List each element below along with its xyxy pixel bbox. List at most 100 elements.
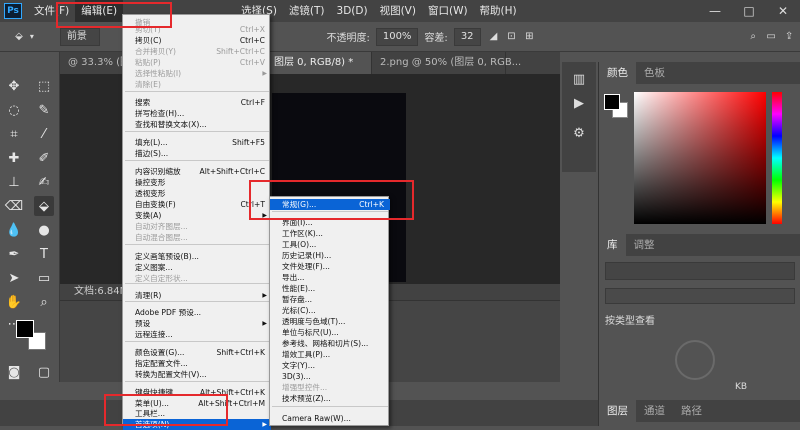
hand-tool-icon[interactable]: ✋ bbox=[4, 292, 24, 312]
blur-tool-icon[interactable]: 💧 bbox=[4, 220, 24, 240]
preferences-menu-item[interactable]: 透明度与色域(T)... bbox=[270, 316, 390, 327]
preferences-menu-item[interactable]: 工作区(K)... bbox=[270, 228, 390, 239]
doc-tab-3[interactable]: 2.png @ 50% (图层 0, RGB... bbox=[372, 52, 521, 74]
play-icon[interactable]: ▶ bbox=[570, 96, 588, 114]
zoom-tool-icon[interactable]: ⌕ bbox=[34, 292, 54, 312]
tab-color[interactable]: 颜色 bbox=[599, 62, 636, 84]
pen-tool-icon[interactable]: ✒ bbox=[4, 244, 24, 264]
menu-view[interactable]: 视图(V) bbox=[374, 0, 422, 22]
color-picker-field[interactable] bbox=[634, 92, 766, 224]
eraser-tool-icon[interactable]: ⌫ bbox=[4, 196, 24, 216]
edit-menu-item[interactable]: 拷贝(C) Ctrl+C bbox=[123, 35, 271, 46]
edit-menu-item[interactable]: 自动混合图层... bbox=[123, 232, 271, 243]
preferences-menu-item[interactable]: 文件处理(F)... bbox=[270, 261, 390, 272]
preferences-menu-item[interactable]: 参考线、网格和切片(S)... bbox=[270, 338, 390, 349]
menu-filter[interactable]: 滤镜(T) bbox=[283, 0, 331, 22]
quick-select-tool-icon[interactable]: ✎ bbox=[34, 100, 54, 120]
edit-menu-item[interactable]: 自动对齐图层... bbox=[123, 221, 271, 232]
edit-menu-item[interactable]: Adobe PDF 预设... bbox=[123, 307, 271, 318]
paint-bucket-tool-icon[interactable]: ⬙ bbox=[34, 196, 54, 216]
anti-alias-icon[interactable]: ◢ bbox=[487, 28, 501, 46]
edit-menu-item[interactable]: 指定配置文件... bbox=[123, 358, 271, 369]
edit-menu-item[interactable]: 描边(S)... bbox=[123, 148, 271, 159]
edit-menu-item[interactable]: 搜索 Ctrl+F bbox=[123, 97, 271, 108]
brush-tool-icon[interactable]: ✐ bbox=[34, 148, 54, 168]
foreground-color-swatch[interactable] bbox=[16, 320, 34, 338]
panel-foreground-swatch[interactable] bbox=[604, 94, 620, 110]
edit-menu-item[interactable]: 定义自定形状... bbox=[123, 273, 271, 284]
tab-libraries[interactable]: 库 bbox=[599, 234, 626, 256]
preferences-menu-item[interactable]: 单位与标尺(U)... bbox=[270, 327, 390, 338]
tab-swatches[interactable]: 色板 bbox=[636, 62, 673, 84]
doc-tab-2[interactable]: 图层 0, RGB/8) * bbox=[270, 52, 372, 74]
history-icon[interactable]: ▥ bbox=[570, 72, 588, 90]
edit-menu-item[interactable]: 合并拷贝(Y) Shift+Ctrl+C bbox=[123, 46, 271, 57]
preferences-menu-item[interactable]: 光标(C)... bbox=[270, 305, 390, 316]
sort-by-type-label[interactable]: 按类型查看 bbox=[605, 312, 655, 327]
quick-mask-icon[interactable]: ◙ bbox=[4, 362, 24, 382]
dodge-tool-icon[interactable]: ● bbox=[34, 220, 54, 240]
fill-source-select[interactable]: 前景 bbox=[59, 27, 101, 46]
menu-3d[interactable]: 3D(D) bbox=[331, 0, 374, 22]
edit-menu-item[interactable]: 清理(R) ▶ bbox=[123, 290, 271, 301]
all-layers-icon[interactable]: ⊞ bbox=[522, 28, 536, 46]
chevron-down-icon[interactable]: ▾ bbox=[30, 32, 34, 41]
preferences-menu-item[interactable]: 暂存盘... bbox=[270, 294, 390, 305]
edit-menu-item[interactable]: 查找和替换文本(X)... bbox=[123, 119, 271, 130]
edit-menu-item[interactable]: 定义画笔预设(B)... bbox=[123, 251, 271, 262]
crop-tool-icon[interactable]: ⌗ bbox=[4, 124, 24, 144]
edit-menu-item[interactable]: 选择性粘贴(I) ▶ bbox=[123, 68, 271, 79]
paint-bucket-icon[interactable]: ⬙ bbox=[12, 28, 26, 46]
library-search-input[interactable] bbox=[605, 262, 795, 280]
tab-layers[interactable]: 图层 bbox=[599, 400, 636, 422]
preferences-menu-item[interactable]: 工具(O)... bbox=[270, 239, 390, 250]
history-brush-icon[interactable]: ✍ bbox=[34, 172, 54, 192]
menu-help[interactable]: 帮助(H) bbox=[474, 0, 523, 22]
preferences-menu-item[interactable]: 3D(3)... bbox=[270, 371, 390, 382]
tab-adjustments[interactable]: 调整 bbox=[626, 234, 663, 256]
hue-slider[interactable] bbox=[772, 92, 782, 224]
contiguous-icon[interactable]: ⊡ bbox=[504, 28, 518, 46]
tolerance-input[interactable]: 32 bbox=[453, 27, 481, 46]
maximize-button[interactable]: □ bbox=[732, 4, 766, 18]
library-select[interactable] bbox=[605, 288, 795, 304]
tab-paths[interactable]: 路径 bbox=[673, 400, 710, 422]
preferences-menu-item[interactable]: 增强型控件... bbox=[270, 382, 390, 393]
edit-menu-item[interactable]: 内容识别缩放 Alt+Shift+Ctrl+C bbox=[123, 166, 271, 177]
preferences-menu-item[interactable]: 文字(Y)... bbox=[270, 360, 390, 371]
tab-channels[interactable]: 通道 bbox=[636, 400, 673, 422]
edit-menu-item[interactable]: 转换为配置文件(V)... bbox=[123, 369, 271, 380]
stamp-tool-icon[interactable]: ⊥ bbox=[4, 172, 24, 192]
type-tool-icon[interactable]: T bbox=[34, 244, 54, 264]
move-tool-icon[interactable]: ✥ bbox=[4, 76, 24, 96]
edit-menu-item[interactable]: 拼写检查(H)... bbox=[123, 108, 271, 119]
screen-mode-icon[interactable]: ▢ bbox=[34, 362, 54, 382]
edit-menu-item[interactable]: 清除(E) bbox=[123, 79, 271, 90]
search-icon[interactable]: ⌕ bbox=[746, 28, 760, 46]
minimize-button[interactable]: — bbox=[698, 4, 732, 18]
menu-window[interactable]: 窗口(W) bbox=[422, 0, 474, 22]
preferences-menu-item[interactable]: 历史记录(H)... bbox=[270, 250, 390, 261]
lasso-tool-icon[interactable]: ◌ bbox=[4, 100, 24, 120]
edit-menu-item[interactable]: 预设 ▶ bbox=[123, 318, 271, 329]
edit-menu-item[interactable]: 填充(L)... Shift+F5 bbox=[123, 137, 271, 148]
edit-menu-item[interactable]: 颜色设置(G)... Shift+Ctrl+K bbox=[123, 347, 271, 358]
edit-menu-item[interactable]: 定义图案... bbox=[123, 262, 271, 273]
path-select-tool-icon[interactable]: ➤ bbox=[4, 268, 24, 288]
workspace-icon[interactable]: ▭ bbox=[764, 28, 778, 46]
preferences-menu-item[interactable]: Camera Raw(W)... bbox=[270, 413, 390, 424]
preferences-menu-item[interactable]: 技术预览(Z)... bbox=[270, 393, 390, 404]
edit-menu-item[interactable]: 远程连接... bbox=[123, 329, 271, 340]
healing-tool-icon[interactable]: ✚ bbox=[4, 148, 24, 168]
eyedropper-tool-icon[interactable]: ⁄ bbox=[34, 124, 54, 144]
preferences-menu-item[interactable]: 导出... bbox=[270, 272, 390, 283]
marquee-tool-icon[interactable]: ⬚ bbox=[34, 76, 54, 96]
close-button[interactable]: ✕ bbox=[766, 4, 800, 18]
rectangle-tool-icon[interactable]: ▭ bbox=[34, 268, 54, 288]
opacity-input[interactable]: 100% bbox=[375, 27, 419, 46]
preferences-menu-item[interactable]: 性能(E)... bbox=[270, 283, 390, 294]
edit-menu-item[interactable]: 粘贴(P) Ctrl+V bbox=[123, 57, 271, 68]
properties-icon[interactable]: ⚙ bbox=[570, 126, 588, 144]
share-icon[interactable]: ⇪ bbox=[782, 28, 796, 46]
preferences-menu-item[interactable]: 增效工具(P)... bbox=[270, 349, 390, 360]
